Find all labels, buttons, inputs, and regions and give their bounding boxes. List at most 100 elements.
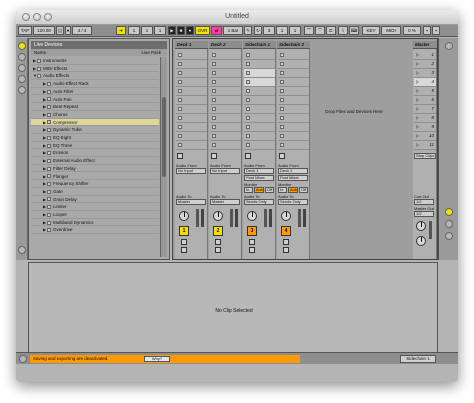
- clip-stop-icon[interactable]: [246, 134, 250, 138]
- clip-slot[interactable]: [278, 141, 309, 150]
- clip-stop-icon[interactable]: [212, 89, 216, 93]
- audio-from-select[interactable]: Deck 1: [244, 168, 274, 174]
- clip-slot[interactable]: [210, 132, 241, 141]
- clip-stop-icon[interactable]: [246, 80, 250, 84]
- clip-stop-icon[interactable]: [246, 62, 250, 66]
- tree-item[interactable]: ▶ Frequency Shifter: [31, 180, 159, 188]
- arm-icon[interactable]: [181, 247, 187, 253]
- clip-stop-icon[interactable]: [246, 125, 250, 129]
- clip-stop-icon[interactable]: [212, 116, 216, 120]
- clip-slot[interactable]: [278, 87, 309, 96]
- clip-stop-icon[interactable]: [212, 62, 216, 66]
- automation-icon[interactable]: ⇄: [211, 26, 222, 35]
- clip-stop-icon[interactable]: [246, 116, 250, 120]
- position-bars[interactable]: 1: [128, 26, 140, 35]
- scene-slot[interactable]: ▷ 11: [414, 141, 436, 150]
- clip-slot[interactable]: [244, 96, 275, 105]
- clip-stop-icon[interactable]: [178, 71, 182, 75]
- clip-slot[interactable]: [244, 69, 275, 78]
- clip-slot[interactable]: [278, 114, 309, 123]
- clip-stop-icon[interactable]: [280, 116, 284, 120]
- audio-to-select[interactable]: Master: [176, 199, 206, 205]
- clip-slot[interactable]: [176, 51, 207, 60]
- key-map-button[interactable]: KEY: [362, 26, 380, 35]
- clip-slot[interactable]: [210, 51, 241, 60]
- clip-slot[interactable]: [244, 105, 275, 114]
- track-stop-icon[interactable]: [279, 153, 285, 159]
- clip-slot[interactable]: [244, 60, 275, 69]
- loop-icon[interactable]: ↻: [254, 26, 262, 35]
- scene-launch-icon[interactable]: ▷: [416, 88, 419, 93]
- nudge-button[interactable]: |||: [56, 26, 64, 35]
- mixer-toggle-icon[interactable]: [445, 232, 453, 240]
- scene-launch-icon[interactable]: ▷: [416, 115, 419, 120]
- status-left-icon[interactable]: [19, 355, 27, 363]
- quantize-menu[interactable]: 1 Bar: [223, 26, 243, 35]
- track-activator-button[interactable]: 3: [247, 226, 257, 236]
- arm-icon[interactable]: [283, 247, 289, 253]
- tree-item[interactable]: ▶ Auto Pan: [31, 96, 159, 104]
- master-fader[interactable]: [429, 221, 432, 239]
- loop-start-bars[interactable]: 3: [263, 26, 275, 35]
- clip-slot[interactable]: [210, 123, 241, 132]
- clip-stop-icon[interactable]: [178, 125, 182, 129]
- time-signature-field[interactable]: 4 / 4: [72, 26, 92, 35]
- clip-slot[interactable]: [176, 114, 207, 123]
- clip-stop-icon[interactable]: [212, 134, 216, 138]
- solo-button[interactable]: [283, 239, 289, 245]
- tree-item[interactable]: ▶ Instruments: [31, 57, 159, 65]
- record-icon[interactable]: ●: [186, 26, 194, 35]
- scene-slot[interactable]: ▷ 1: [414, 51, 436, 60]
- solo-button[interactable]: [249, 239, 255, 245]
- live-pack-label[interactable]: Live Pack: [141, 49, 161, 56]
- tree-item[interactable]: ▶ Grain Delay: [31, 196, 159, 204]
- clip-stop-icon[interactable]: [246, 143, 250, 147]
- audio-from-select[interactable]: No Input: [176, 168, 206, 174]
- clip-stop-icon[interactable]: [178, 98, 182, 102]
- clip-slot[interactable]: [176, 123, 207, 132]
- clip-slot[interactable]: [244, 141, 275, 150]
- midi-map-button[interactable]: MIDI: [381, 26, 401, 35]
- monitor-off-button[interactable]: Off: [299, 187, 308, 193]
- tree-item[interactable]: ▶ Beat Repeat: [31, 103, 159, 111]
- scene-launch-icon[interactable]: ▷: [416, 97, 419, 102]
- track-title[interactable]: Deck 2: [209, 41, 242, 49]
- track-title[interactable]: Deck 1: [175, 41, 208, 49]
- tree-item[interactable]: ▶ Multiband Dynamics: [31, 219, 159, 227]
- clip-stop-icon[interactable]: [246, 71, 250, 75]
- clip-slot[interactable]: [210, 96, 241, 105]
- clip-stop-icon[interactable]: [178, 80, 182, 84]
- tree-item[interactable]: ▶ EQ Eight: [31, 134, 159, 142]
- cue-volume-knob-icon[interactable]: [416, 221, 426, 231]
- scene-launch-icon[interactable]: ▷: [416, 142, 419, 147]
- scene-launch-icon[interactable]: ▷: [416, 106, 419, 111]
- clip-stop-icon[interactable]: [246, 89, 250, 93]
- cue-out-select[interactable]: 1/2: [414, 199, 434, 205]
- scene-slot[interactable]: ▷ 8: [414, 114, 436, 123]
- pan-knob-icon[interactable]: [179, 211, 189, 221]
- tree-item[interactable]: ▶ Erosion: [31, 149, 159, 158]
- scene-launch-icon[interactable]: ▷: [416, 52, 419, 57]
- monitor-auto-button[interactable]: Auto: [288, 187, 298, 193]
- audio-to-select[interactable]: Sends Only: [244, 199, 274, 205]
- clip-slot[interactable]: [278, 96, 309, 105]
- monitor-auto-button[interactable]: Auto: [254, 187, 264, 193]
- scene-slot[interactable]: ▷ 7: [414, 105, 436, 114]
- scene-launch-icon[interactable]: ▷: [416, 79, 419, 84]
- position-beats[interactable]: 1: [141, 26, 153, 35]
- tree-item[interactable]: ▶ Auto Filter: [31, 88, 159, 96]
- clip-slot[interactable]: [176, 141, 207, 150]
- clip-slot[interactable]: [210, 141, 241, 150]
- clip-slot[interactable]: [278, 69, 309, 78]
- track-stop-icon[interactable]: [245, 153, 251, 159]
- solo-button[interactable]: [181, 239, 187, 245]
- clip-stop-icon[interactable]: [280, 107, 284, 111]
- position-sixteenths[interactable]: 1: [154, 26, 166, 35]
- scene-launch-icon[interactable]: ▷: [416, 70, 419, 75]
- clip-slot[interactable]: [210, 78, 241, 87]
- pan-knob-icon[interactable]: [213, 211, 223, 221]
- volume-fader[interactable]: [196, 209, 199, 227]
- clip-slot[interactable]: [278, 123, 309, 132]
- track-stop-icon[interactable]: [211, 153, 217, 159]
- track-activator-button[interactable]: 2: [213, 226, 223, 236]
